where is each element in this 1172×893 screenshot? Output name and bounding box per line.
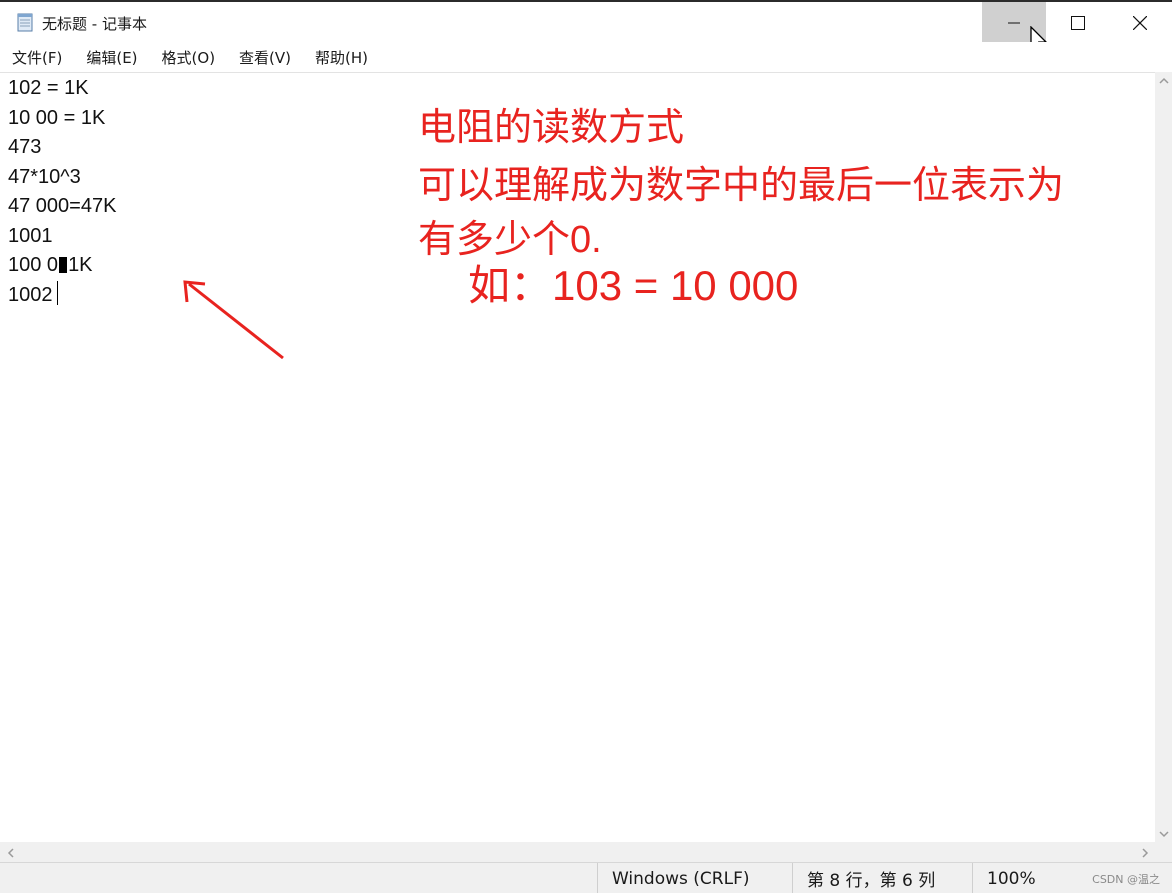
menu-file[interactable]: 文件(F): [5, 44, 69, 71]
scroll-down-button[interactable]: [1155, 825, 1172, 842]
scroll-left-button[interactable]: [2, 844, 19, 861]
text-caret: [56, 280, 58, 305]
scroll-right-button[interactable]: [1136, 844, 1153, 861]
selection-mark: [59, 257, 68, 273]
status-zoom: 100%: [972, 863, 1082, 893]
editor-line-4: 47*10^3: [8, 165, 81, 188]
editor-line-2: 10 00 = 1K: [8, 106, 106, 129]
editor-line-7: 100 0 1K: [8, 251, 93, 281]
scroll-up-button[interactable]: [1155, 72, 1172, 89]
editor-line-3: 473: [8, 136, 42, 158]
status-encoding: Windows (CRLF): [597, 863, 783, 893]
editor-line-6: 1001: [8, 224, 53, 247]
annotation-line-1: 电阻的读数方式: [418, 107, 685, 149]
watermark: CSDN @温之: [1092, 873, 1160, 886]
menu-edit[interactable]: 编辑(E): [79, 44, 144, 71]
editor-line-8-text: 1002: [8, 283, 53, 306]
editor-line-7-before: 100 0: [8, 254, 59, 276]
vertical-scrollbar[interactable]: [1155, 72, 1172, 842]
minimize-button[interactable]: [982, 2, 1046, 44]
editor-line-7-after: 1K: [68, 254, 93, 276]
annotation-line-4: 如：103 = 10 000: [468, 262, 799, 309]
editor-line-1: 102 = 1K: [8, 77, 89, 99]
minimize-icon: [1008, 22, 1020, 24]
menu-bar: 文件(F) 编辑(E) 格式(O) 查看(V) 帮助(H): [0, 42, 1172, 72]
close-icon: [1133, 16, 1147, 30]
annotation-line-2: 可以理解成为数字中的最后一位表示为: [418, 165, 1065, 207]
maximize-button[interactable]: [1046, 2, 1110, 44]
close-button[interactable]: [1108, 2, 1172, 44]
chevron-right-icon: [1141, 847, 1148, 858]
notepad-app-icon: [17, 13, 33, 32]
scrollbar-corner: [1155, 842, 1172, 862]
title-bar[interactable]: 无标题 - 记事本: [0, 0, 1172, 53]
text-editor-area[interactable]: 102 = 1K 10 00 = 1K 473 47*10^3 47 000=4…: [0, 72, 1155, 842]
red-arrow-icon: [183, 280, 284, 360]
chevron-up-icon: [1158, 77, 1169, 84]
chevron-left-icon: [7, 847, 14, 858]
editor-line-8: 1002: [8, 280, 58, 311]
notepad-window: 无标题 - 记事本 文件(F) 编辑(E) 格式(O) 查看(V) 帮助(H): [0, 0, 1172, 893]
menu-help[interactable]: 帮助(H): [308, 44, 375, 71]
status-cursor-position: 第 8 行，第 6 列: [792, 863, 972, 893]
maximize-icon: [1071, 16, 1085, 30]
window-title: 无标题 - 记事本: [42, 15, 147, 33]
editor-line-5: 47 000=47K: [8, 195, 117, 217]
menu-view[interactable]: 查看(V): [232, 44, 298, 71]
status-bar: Windows (CRLF) 第 8 行，第 6 列 100%: [0, 862, 1172, 893]
horizontal-scrollbar[interactable]: [0, 842, 1155, 862]
menu-format[interactable]: 格式(O): [155, 44, 223, 71]
chevron-down-icon: [1158, 830, 1169, 837]
